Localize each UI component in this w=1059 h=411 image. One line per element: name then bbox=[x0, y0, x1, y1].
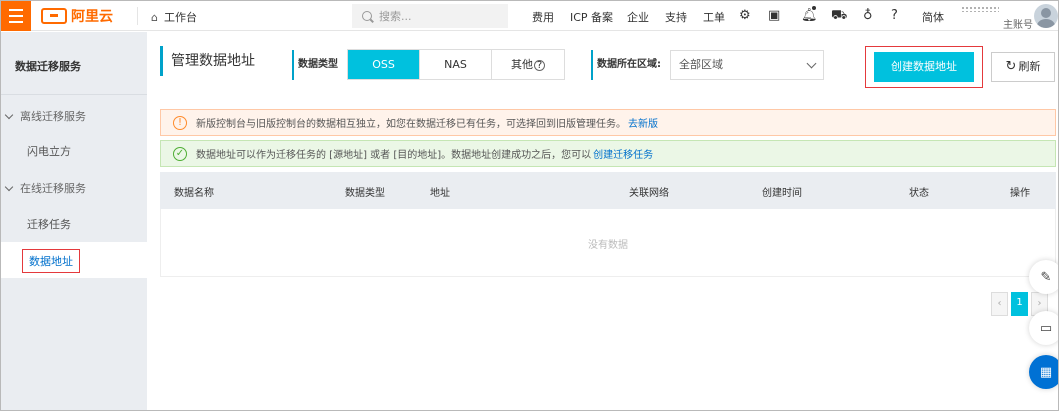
chevron-right-icon: › bbox=[1037, 298, 1042, 309]
warning-alert: ! 新版控制台与旧版控制台的数据相互独立，如您在数据迁移已有任务，可选择回到旧版… bbox=[160, 109, 1056, 136]
lightbulb-icon[interactable]: ♁ bbox=[863, 8, 873, 24]
column-header-actions: 操作 bbox=[1010, 188, 1030, 199]
warning-icon: ! bbox=[173, 115, 187, 130]
check-circle-icon: ✓ bbox=[173, 146, 187, 161]
bell-icon[interactable]: 🔔︎ bbox=[801, 8, 818, 24]
account-type[interactable]: 主账号 bbox=[1003, 16, 1033, 31]
sidebar-group-online[interactable]: 在线迁移服务 bbox=[4, 180, 86, 196]
language-switch[interactable]: 简体 bbox=[922, 9, 944, 25]
help-icon[interactable]: ? bbox=[891, 8, 898, 24]
region-label: 数据所在区域: bbox=[591, 50, 661, 80]
chevron-down-icon bbox=[806, 58, 817, 69]
column-header-address: 地址 bbox=[430, 188, 450, 199]
go-new-version-link[interactable]: 去新版 bbox=[628, 115, 658, 130]
data-type-selector: OSS NAS 其他? bbox=[347, 49, 565, 80]
column-header-status: 状态 bbox=[909, 188, 929, 199]
chevron-left-icon: ‹ bbox=[997, 298, 1002, 309]
type-nas-option[interactable]: NAS bbox=[420, 50, 492, 79]
workbench-label: 工作台 bbox=[163, 11, 197, 24]
region-value: 全部区域 bbox=[679, 58, 723, 71]
prev-page-button[interactable]: ‹ bbox=[991, 292, 1008, 316]
type-oss-option[interactable]: OSS bbox=[348, 50, 420, 79]
apps-button[interactable]: ▦ bbox=[1029, 355, 1058, 389]
feedback-edit-button[interactable]: ✎ bbox=[1029, 260, 1058, 294]
column-header-type: 数据类型 bbox=[345, 188, 385, 199]
home-icon: ⌂ bbox=[151, 10, 158, 24]
sidebar-item-lightning-cube[interactable]: 闪电立方 bbox=[27, 143, 71, 159]
sidebar-group-offline[interactable]: 离线迁移服务 bbox=[4, 108, 86, 124]
cart-icon[interactable]: ⛟ bbox=[831, 8, 847, 24]
column-header-network: 关联网络 bbox=[629, 188, 669, 199]
data-type-label: 数据类型 bbox=[292, 50, 338, 80]
menu-icon[interactable] bbox=[1, 1, 31, 31]
chat-button[interactable]: ▭ bbox=[1029, 311, 1058, 345]
type-other-option[interactable]: 其他? bbox=[492, 50, 564, 79]
logo-text: 阿里云 bbox=[71, 9, 113, 25]
region-select[interactable]: 全部区域 bbox=[670, 50, 824, 80]
workbench-link[interactable]: ⌂ 工作台 bbox=[151, 9, 197, 25]
cloud-shell-icon[interactable]: ⚙ bbox=[739, 8, 751, 24]
sidebar-group-label: 在线迁移服务 bbox=[20, 182, 86, 195]
sidebar-item-data-address[interactable]: 数据地址 bbox=[22, 249, 80, 273]
type-other-label: 其他 bbox=[511, 58, 533, 71]
nav-icp[interactable]: ICP 备案 bbox=[570, 9, 613, 25]
column-header-name: 数据名称 bbox=[174, 188, 214, 199]
help-circle-icon: ? bbox=[534, 60, 545, 71]
create-migration-task-link[interactable]: 创建迁移任务 bbox=[593, 146, 653, 161]
sidebar: 数据迁移服务 离线迁移服务 闪电立方 在线迁移服务 迁移任务 数据地址 bbox=[1, 32, 147, 410]
refresh-label: 刷新 bbox=[1018, 60, 1041, 73]
search-input[interactable]: 搜索... bbox=[352, 4, 508, 28]
logo-mark-icon bbox=[41, 8, 67, 24]
notification-dot bbox=[812, 6, 816, 10]
sidebar-group-label: 离线迁移服务 bbox=[20, 110, 86, 123]
table-header: 数据名称 数据类型 地址 关联网络 创建时间 状态 操作 bbox=[160, 172, 1056, 209]
info-alert: ✓ 数据地址可以作为迁移任务的 [源地址] 或者 [目的地址]。数据地址创建成功… bbox=[160, 140, 1056, 167]
chat-icon: ▭ bbox=[1039, 320, 1053, 336]
sidebar-item-migration-tasks[interactable]: 迁移任务 bbox=[27, 216, 71, 232]
chevron-down-icon bbox=[4, 182, 14, 191]
nav-fee[interactable]: 费用 bbox=[532, 9, 554, 25]
nav-ticket[interactable]: 工单 bbox=[703, 9, 725, 25]
page-title: 管理数据地址 bbox=[160, 46, 255, 76]
sidebar-divider bbox=[1, 94, 147, 95]
account-name-masked bbox=[961, 6, 999, 12]
page-number[interactable]: 1 bbox=[1011, 292, 1028, 316]
avatar[interactable] bbox=[1034, 4, 1058, 28]
aliyun-logo[interactable]: 阿里云 bbox=[41, 7, 113, 25]
warning-text: 新版控制台与旧版控制台的数据相互独立，如您在数据迁移已有任务，可选择回到旧版管理… bbox=[196, 119, 626, 130]
create-data-address-button[interactable]: 创建数据地址 bbox=[874, 52, 974, 82]
search-icon bbox=[362, 11, 372, 21]
chevron-down-icon bbox=[4, 110, 14, 119]
search-placeholder: 搜索... bbox=[379, 10, 412, 23]
console-window: 阿里云 ⌂ 工作台 搜索... 费用 ICP 备案 企业 支持 工单 ⚙ ▣ 🔔… bbox=[0, 0, 1059, 411]
nav-enterprise[interactable]: 企业 bbox=[627, 9, 649, 25]
grid-icon: ▦ bbox=[1039, 364, 1053, 380]
empty-state-text: 没有数据 bbox=[588, 240, 628, 251]
nav-support[interactable]: 支持 bbox=[665, 9, 687, 25]
sidebar-title: 数据迁移服务 bbox=[15, 60, 81, 73]
table-body: 没有数据 bbox=[160, 209, 1056, 277]
refresh-button[interactable]: ↻ 刷新 bbox=[991, 52, 1055, 82]
pencil-icon: ✎ bbox=[1040, 269, 1052, 285]
info-text: 数据地址可以作为迁移任务的 [源地址] 或者 [目的地址]。数据地址创建成功之后… bbox=[196, 150, 592, 161]
terminal-icon[interactable]: ▣ bbox=[768, 8, 780, 24]
column-header-created: 创建时间 bbox=[762, 188, 802, 199]
refresh-icon: ↻ bbox=[1005, 59, 1017, 74]
divider bbox=[137, 7, 138, 25]
top-bar: 阿里云 ⌂ 工作台 搜索... 费用 ICP 备案 企业 支持 工单 ⚙ ▣ 🔔… bbox=[1, 1, 1058, 31]
